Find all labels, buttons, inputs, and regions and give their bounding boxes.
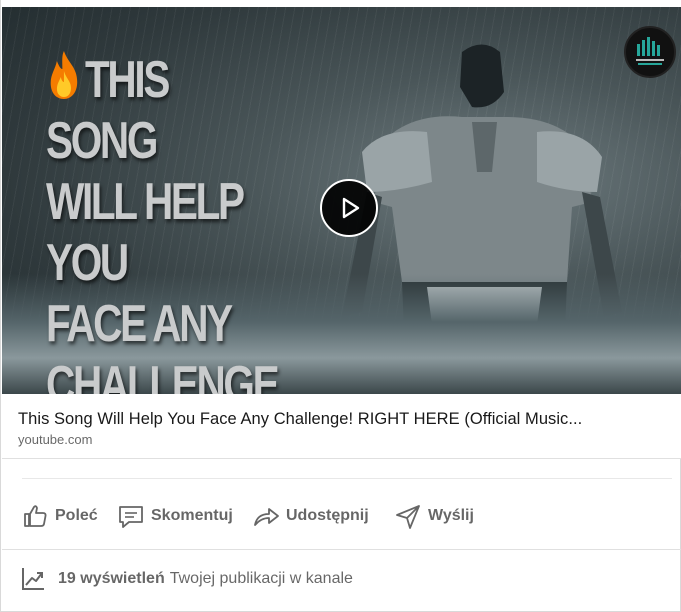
thumbnail-line-4: CHALLENGE	[46, 356, 280, 394]
share-arrow-icon	[254, 508, 279, 526]
send-button[interactable]: Wyślij	[394, 496, 474, 536]
comment-label: Skomentuj	[151, 507, 233, 524]
like-label: Poleć	[55, 507, 98, 524]
share-label: Udostępnij	[286, 507, 369, 524]
divider	[2, 549, 681, 550]
post-analytics[interactable]: 19 wyświetleń Twojej publikacji w kanale	[20, 565, 353, 593]
views-context: Twojej publikacji w kanale	[169, 570, 353, 587]
thumbnail-headline: THIS SONG WILL HELP YOU FACE ANY CHALLEN…	[46, 49, 280, 394]
fire-icon	[50, 51, 78, 99]
link-title[interactable]: This Song Will Help You Face Any Challen…	[18, 410, 582, 429]
views-count: 19 wyświetleń	[58, 570, 165, 587]
send-label: Wyślij	[428, 507, 474, 524]
play-button[interactable]	[320, 179, 378, 237]
like-button[interactable]: Poleć	[21, 496, 98, 536]
link-preview[interactable]: This Song Will Help You Face Any Challen…	[2, 394, 681, 458]
social-counts-divider	[22, 478, 672, 479]
thumbnail-line-2: WILL HELP YOU	[46, 173, 244, 292]
play-icon	[342, 197, 360, 219]
post-card: THIS SONG WILL HELP YOU FACE ANY CHALLEN…	[0, 0, 681, 612]
share-button[interactable]: Udostępnij	[252, 496, 369, 536]
comment-icon	[119, 506, 143, 528]
video-thumbnail[interactable]: THIS SONG WILL HELP YOU FACE ANY CHALLEN…	[2, 7, 681, 394]
divider	[2, 458, 681, 459]
link-domain: youtube.com	[18, 432, 93, 447]
send-icon	[396, 505, 420, 529]
thumbnail-line-1: THIS SONG	[46, 51, 170, 170]
action-bar: Poleć Skomentuj Udostępnij Wyślij	[1, 496, 681, 536]
card-top-edge	[1, 0, 681, 7]
trending-chart-icon	[22, 568, 44, 590]
channel-logo-icon	[624, 26, 676, 78]
thumbs-up-icon	[24, 505, 47, 527]
thumbnail-line-3: FACE ANY	[46, 295, 233, 353]
comment-button[interactable]: Skomentuj	[117, 496, 233, 536]
